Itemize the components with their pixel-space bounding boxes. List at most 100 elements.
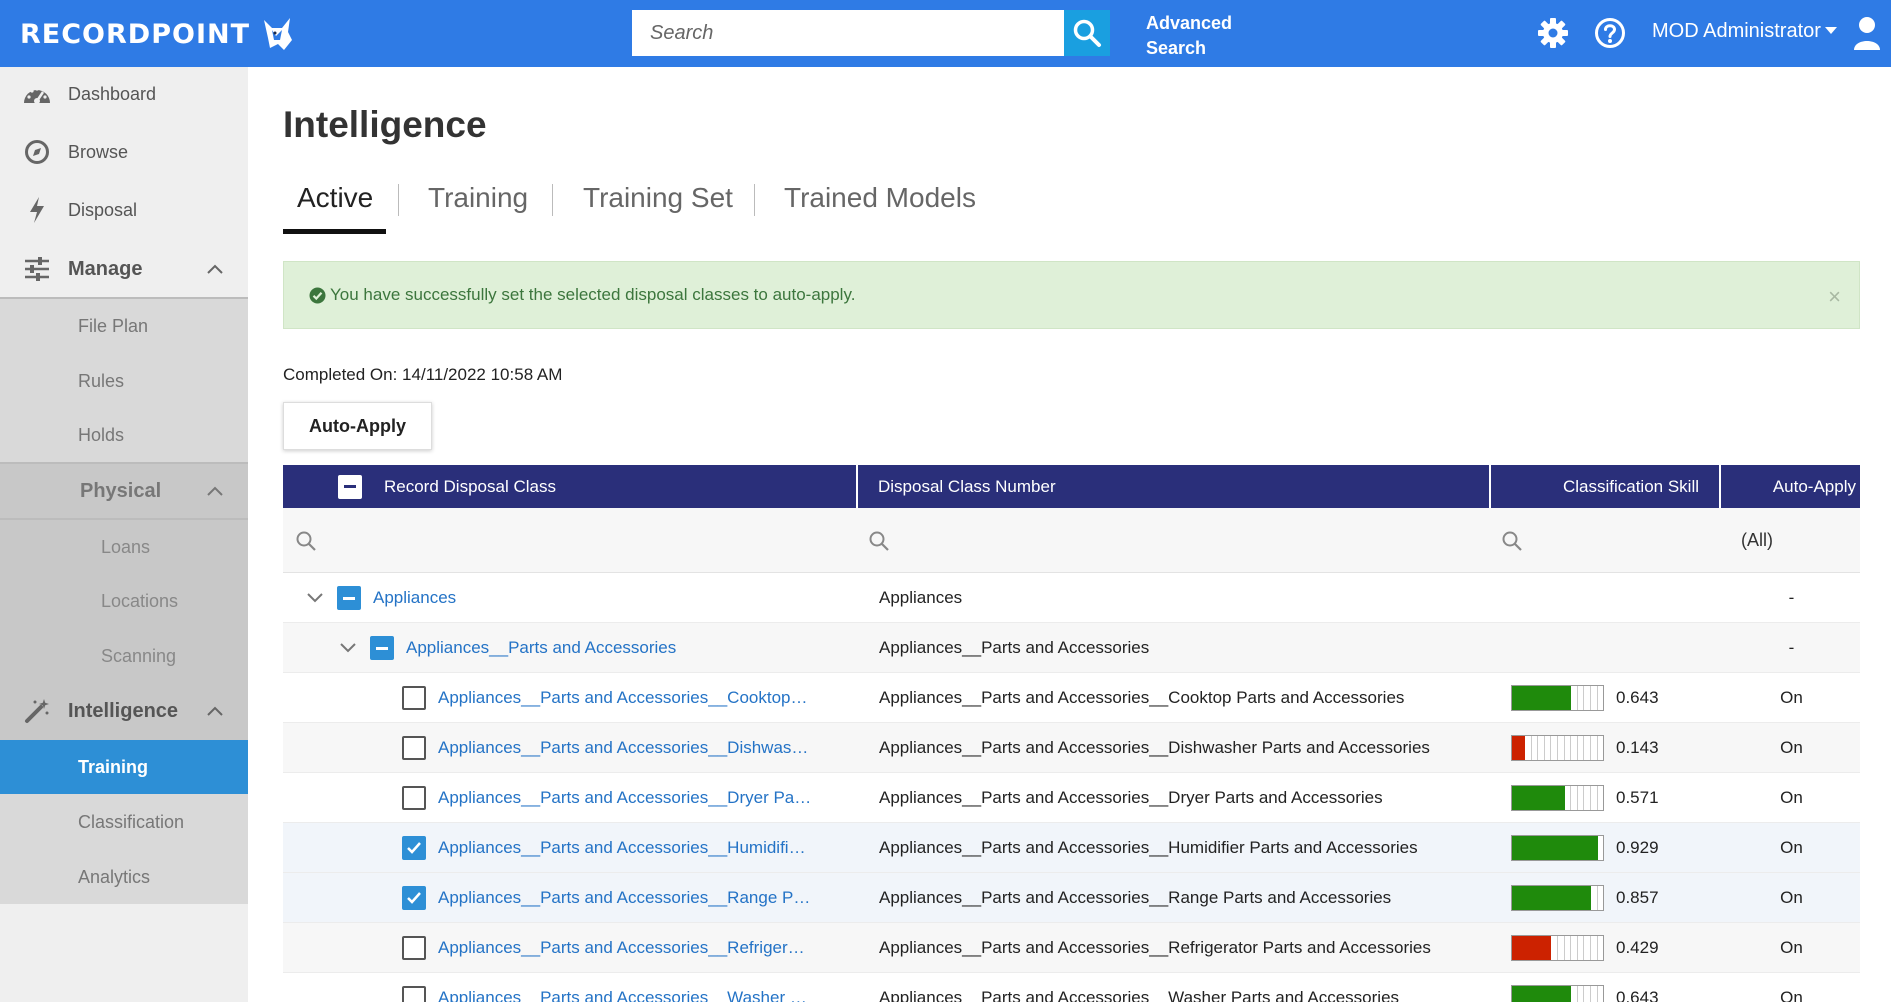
- sidebar-item-label: Classification: [78, 811, 185, 832]
- cell-record-disposal-class: Appliances__Parts and Accessories__Dryer…: [283, 773, 856, 823]
- table-row[interactable]: Appliances Appliances -: [283, 573, 1860, 623]
- column-disposal-class-number[interactable]: Disposal Class Number: [856, 465, 1489, 508]
- close-icon[interactable]: ×: [1828, 284, 1841, 310]
- disposal-class-link[interactable]: Appliances__Parts and Accessories__Humid…: [438, 838, 806, 858]
- row-checkbox[interactable]: [402, 686, 426, 710]
- cell-auto-apply: On: [1780, 988, 1803, 1002]
- sidebar-item-physical[interactable]: Physical: [0, 464, 248, 518]
- filter-record-disposal-class[interactable]: [295, 508, 317, 573]
- sidebar-item-intelligence[interactable]: Intelligence: [0, 684, 248, 738]
- cell-auto-apply: -: [1788, 638, 1795, 657]
- sidebar-item-training[interactable]: Training: [0, 740, 248, 794]
- disposal-class-link[interactable]: Appliances__Parts and Accessories: [406, 638, 676, 658]
- cell-auto-apply: On: [1780, 888, 1803, 907]
- active-tab-indicator: [283, 229, 386, 234]
- table-row[interactable]: Appliances__Parts and Accessories__Refri…: [283, 923, 1860, 973]
- sidebar-item-manage[interactable]: Manage: [0, 242, 248, 296]
- disposal-class-link[interactable]: Appliances__Parts and Accessories__Refri…: [438, 938, 805, 958]
- avatar[interactable]: [1850, 16, 1884, 50]
- auto-apply-button[interactable]: Auto-Apply: [283, 402, 432, 450]
- advanced-search-line2: Search: [1146, 38, 1207, 58]
- filter-disposal-class-number[interactable]: [868, 508, 890, 573]
- cell-record-disposal-class: Appliances__Parts and Accessories__Dishw…: [283, 723, 856, 773]
- filter-classification-skill[interactable]: [1501, 508, 1523, 573]
- sidebar-item-disposal[interactable]: Disposal: [0, 183, 248, 237]
- search-button[interactable]: [1064, 10, 1110, 56]
- table-row[interactable]: Appliances__Parts and Accessories Applian…: [283, 623, 1860, 673]
- table-row[interactable]: Appliances__Parts and Accessories__Washe…: [283, 973, 1860, 1002]
- sidebar-item-rules[interactable]: Rules: [0, 354, 248, 408]
- sidebar-item-browse[interactable]: Browse: [0, 125, 248, 179]
- advanced-search-link[interactable]: Advanced Search: [1146, 11, 1232, 61]
- sidebar-item-classification[interactable]: Classification: [0, 795, 248, 849]
- dashboard-icon: [22, 79, 52, 109]
- column-record-disposal-class[interactable]: Record Disposal Class: [283, 465, 856, 508]
- settings-button[interactable]: [1536, 16, 1570, 50]
- tab-training[interactable]: Training: [428, 180, 528, 236]
- table-row[interactable]: Appliances__Parts and Accessories__Cookt…: [283, 673, 1860, 723]
- disposal-class-link[interactable]: Appliances__Parts and Accessories__Washe…: [438, 988, 807, 1002]
- column-header-label: Auto-Apply: [1772, 476, 1856, 496]
- sidebar-item-label: Analytics: [78, 866, 151, 887]
- cell-record-disposal-class: Appliances__Parts and Accessories__Range…: [283, 873, 856, 923]
- recordpoint-logo[interactable]: RECORDPOINT: [20, 17, 294, 51]
- select-all-checkbox[interactable]: [338, 474, 362, 499]
- row-checkbox[interactable]: [402, 886, 426, 910]
- sidebar-item-loans[interactable]: Loans: [0, 520, 248, 574]
- table-row[interactable]: Appliances__Parts and Accessories__Humid…: [283, 823, 1860, 873]
- tab-active[interactable]: Active: [297, 180, 373, 236]
- user-menu[interactable]: MOD Administrator: [1652, 20, 1821, 43]
- filter-auto-apply[interactable]: (All): [1741, 508, 1773, 573]
- sidebar-item-label: Browse: [68, 141, 129, 162]
- tab-trained-models[interactable]: Trained Models: [784, 180, 976, 236]
- row-checkbox[interactable]: [402, 736, 426, 760]
- row-checkbox[interactable]: [370, 636, 394, 660]
- sidebar: Dashboard Browse Disposal Manage File Pl…: [0, 67, 248, 1002]
- row-checkbox[interactable]: [337, 586, 361, 610]
- table-row[interactable]: Appliances__Parts and Accessories__Dryer…: [283, 773, 1860, 823]
- chevron-down-icon[interactable]: [305, 588, 325, 608]
- cell-disposal-class-number: Appliances__Parts and Accessories: [879, 638, 1150, 657]
- tab-training-set[interactable]: Training Set: [583, 180, 733, 236]
- column-auto-apply[interactable]: Auto-Apply: [1719, 465, 1860, 508]
- disposal-class-link[interactable]: Appliances__Parts and Accessories__Dryer…: [438, 788, 811, 808]
- column-classification-skill[interactable]: Classification Skill: [1489, 465, 1719, 508]
- tab-separator: [398, 184, 399, 216]
- advanced-search-line1: Advanced: [1146, 13, 1233, 33]
- row-checkbox[interactable]: [402, 986, 426, 1002]
- intelligence-submenu: Training Classification Analytics: [0, 740, 248, 904]
- row-checkbox[interactable]: [402, 786, 426, 810]
- chevron-down-icon[interactable]: [1824, 26, 1838, 36]
- cell-disposal-class-number: Appliances__Parts and Accessories__Range…: [879, 888, 1392, 907]
- help-icon: [1595, 18, 1625, 48]
- row-checkbox[interactable]: [402, 836, 426, 860]
- skill-bar: [1511, 935, 1604, 961]
- row-checkbox[interactable]: [402, 936, 426, 960]
- cell-record-disposal-class: Appliances: [283, 573, 856, 623]
- sidebar-item-locations[interactable]: Locations: [0, 574, 248, 628]
- sidebar-item-label: File Plan: [78, 315, 149, 336]
- search-icon: [296, 531, 316, 551]
- skill-bar: [1511, 985, 1604, 1002]
- sidebar-item-holds[interactable]: Holds: [0, 408, 248, 462]
- filter-row: (All): [283, 508, 1860, 573]
- sidebar-item-analytics[interactable]: Analytics: [0, 850, 248, 904]
- disposal-class-link[interactable]: Appliances: [373, 588, 456, 608]
- sidebar-item-dashboard[interactable]: Dashboard: [0, 67, 248, 121]
- gear-icon: [1538, 18, 1568, 48]
- cell-auto-apply: On: [1780, 738, 1803, 757]
- disposal-class-link[interactable]: Appliances__Parts and Accessories__Cookt…: [438, 688, 808, 708]
- cell-classification-skill: 0.643: [1511, 673, 1711, 723]
- table-row[interactable]: Appliances__Parts and Accessories__Range…: [283, 873, 1860, 923]
- chevron-down-icon[interactable]: [338, 638, 358, 658]
- page-title: Intelligence: [283, 104, 487, 145]
- disposal-class-link[interactable]: Appliances__Parts and Accessories__Range…: [438, 888, 810, 908]
- column-header-label: Classification Skill: [1562, 476, 1699, 496]
- help-button[interactable]: [1593, 16, 1627, 50]
- table-row[interactable]: Appliances__Parts and Accessories__Dishw…: [283, 723, 1860, 773]
- sidebar-item-scanning[interactable]: Scanning: [0, 629, 248, 683]
- sidebar-item-file-plan[interactable]: File Plan: [0, 299, 248, 353]
- search-input[interactable]: [632, 10, 1064, 56]
- compass-icon: [22, 137, 52, 167]
- disposal-class-link[interactable]: Appliances__Parts and Accessories__Dishw…: [438, 738, 808, 758]
